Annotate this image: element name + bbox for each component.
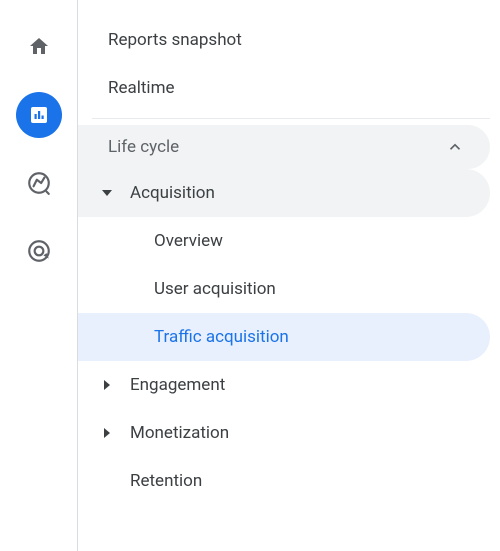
rail-home-icon[interactable]: [16, 24, 62, 70]
nav-divider: [92, 118, 490, 119]
nav-group-label: Engagement: [130, 375, 225, 395]
icon-rail: [0, 0, 78, 551]
nav-group-label: Monetization: [130, 423, 229, 443]
explore-icon: [26, 170, 52, 196]
nav-sub-label: Traffic acquisition: [154, 327, 289, 347]
nav-group-engagement[interactable]: Engagement: [78, 361, 490, 409]
nav-item-label: Reports snapshot: [108, 30, 242, 50]
home-icon: [27, 35, 51, 59]
rail-explore-icon[interactable]: [16, 160, 62, 206]
nav-section-life-cycle[interactable]: Life cycle: [78, 125, 490, 169]
nav-section-label: Life cycle: [108, 137, 179, 157]
reports-icon: [27, 103, 51, 127]
nav-sub-label: Overview: [154, 231, 223, 251]
nav-sub-user-acquisition[interactable]: User acquisition: [78, 265, 490, 313]
nav-reports-snapshot[interactable]: Reports snapshot: [78, 16, 490, 64]
nav-item-label: Realtime: [108, 78, 175, 98]
side-panel: Reports snapshot Realtime Life cycle Acq…: [78, 0, 500, 551]
nav-sub-label: User acquisition: [154, 279, 276, 299]
chevron-up-icon: [446, 138, 464, 156]
caret-right-icon: [102, 428, 130, 438]
nav-group-label: Acquisition: [130, 183, 215, 203]
rail-advertising-icon[interactable]: [16, 228, 62, 274]
nav-group-retention[interactable]: Retention: [78, 457, 490, 505]
rail-reports-icon[interactable]: [16, 92, 62, 138]
nav-sub-traffic-acquisition[interactable]: Traffic acquisition: [78, 313, 490, 361]
nav-realtime[interactable]: Realtime: [78, 64, 490, 112]
nav-group-acquisition[interactable]: Acquisition: [78, 169, 490, 217]
advertising-icon: [26, 238, 52, 264]
nav-sub-overview[interactable]: Overview: [78, 217, 490, 265]
caret-down-icon: [102, 188, 130, 198]
caret-right-icon: [102, 380, 130, 390]
nav-group-label: Retention: [130, 471, 202, 491]
nav-group-monetization[interactable]: Monetization: [78, 409, 490, 457]
